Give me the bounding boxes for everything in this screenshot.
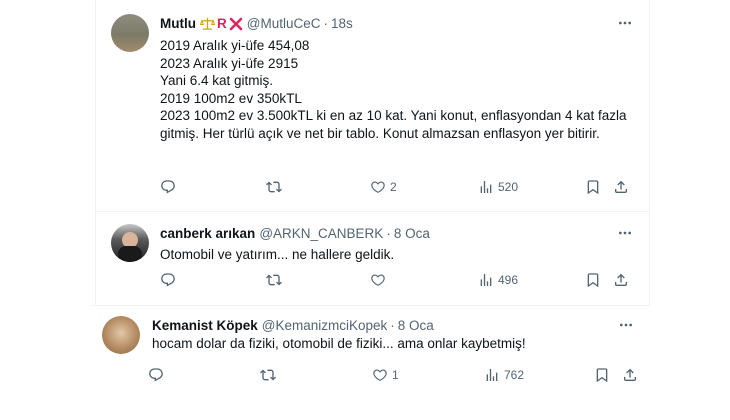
retweet-icon <box>266 179 282 195</box>
tweet-header: Kemanist Köpek @KemanizmciKopek · 8 Oca <box>152 318 434 333</box>
like-button[interactable]: 1 <box>372 367 399 383</box>
views-icon <box>478 272 494 288</box>
views-icon <box>484 367 500 383</box>
tweet-2[interactable]: canberk arıkan @ARKN_CANBERK · 8 Oca Oto… <box>95 212 650 305</box>
more-icon[interactable] <box>617 226 633 240</box>
action-bar: 2 520 <box>160 179 640 199</box>
tweet-1[interactable]: Mutlu R @MutluCeC · 18s 2019 Aralık yi-ü… <box>95 0 650 212</box>
red-x-icon <box>229 17 243 30</box>
avatar[interactable] <box>111 14 149 52</box>
tweet-line: 2019 Aralık yi-üfe 454,08 <box>160 38 310 53</box>
like-icon <box>370 272 386 288</box>
tweet-line: hocam dolar da fiziki, otomobil de fizik… <box>152 336 526 351</box>
views-count: 762 <box>504 368 525 382</box>
like-icon <box>372 367 388 383</box>
views-button[interactable]: 762 <box>484 367 524 383</box>
tweet-3[interactable]: Kemanist Köpek @KemanizmciKopek · 8 Oca … <box>90 305 650 405</box>
reply-button[interactable] <box>148 367 168 383</box>
name-badges: R <box>200 16 243 31</box>
more-icon[interactable] <box>617 16 633 30</box>
reply-icon <box>160 179 176 195</box>
display-name[interactable]: canberk arıkan <box>160 226 255 241</box>
views-count: 520 <box>498 180 519 194</box>
share-icon <box>613 179 629 195</box>
reply-icon <box>148 367 164 383</box>
avatar[interactable] <box>102 316 140 354</box>
bookmark-icon <box>585 272 601 288</box>
views-button[interactable]: 496 <box>478 272 518 288</box>
share-button[interactable] <box>622 367 638 383</box>
share-button[interactable] <box>613 272 629 288</box>
views-button[interactable]: 520 <box>478 179 518 195</box>
tweet-text: 2019 Aralık yi-üfe 454,08 2023 Aralık yi… <box>160 37 630 142</box>
timestamp[interactable]: 8 Oca <box>398 318 434 333</box>
like-button[interactable] <box>370 272 390 288</box>
reply-button[interactable] <box>160 272 180 288</box>
retweet-button[interactable] <box>260 367 280 383</box>
tweet-header: Mutlu R @MutluCeC · 18s <box>160 16 353 31</box>
share-button[interactable] <box>613 179 629 195</box>
bookmark-button[interactable] <box>585 179 601 195</box>
display-name[interactable]: Kemanist Köpek <box>152 318 258 333</box>
share-icon <box>613 272 629 288</box>
tweet-header: canberk arıkan @ARKN_CANBERK · 8 Oca <box>160 226 430 241</box>
retweet-button[interactable] <box>266 272 286 288</box>
more-icon[interactable] <box>618 318 634 332</box>
handle[interactable]: @MutluCeC <box>247 16 321 31</box>
avatar[interactable] <box>111 224 149 262</box>
separator-dot: · <box>386 226 391 241</box>
action-bar: 1 762 <box>148 367 638 387</box>
share-icon <box>622 367 638 383</box>
badge-r: R <box>217 16 227 31</box>
bookmark-icon <box>594 367 610 383</box>
timestamp[interactable]: 8 Oca <box>394 226 430 241</box>
reply-icon <box>160 272 176 288</box>
tweet-line: 2019 100m2 ev 350kTL <box>160 90 302 106</box>
handle[interactable]: @KemanizmciKopek <box>262 318 388 333</box>
tweet-line: Otomobil ve yatırım... ne hallere geldik… <box>160 247 395 262</box>
like-count: 2 <box>390 180 397 194</box>
display-name[interactable]: Mutlu <box>160 16 196 31</box>
like-icon <box>370 179 386 195</box>
separator-dot: · <box>323 16 328 31</box>
action-bar: 496 <box>160 272 640 292</box>
reply-button[interactable] <box>160 179 180 195</box>
views-count: 496 <box>498 273 519 287</box>
handle[interactable]: @ARKN_CANBERK <box>259 226 383 241</box>
bookmark-button[interactable] <box>585 272 601 288</box>
tweet-line: 2023 100m2 ev 3.500kTL ki en az 10 kat. … <box>160 108 627 141</box>
tweet-text: Otomobil ve yatırım... ne hallere geldik… <box>160 246 630 264</box>
views-icon <box>478 179 494 195</box>
tweet-text: hocam dolar da fiziki, otomobil de fizik… <box>152 335 622 353</box>
scale-icon <box>200 17 215 30</box>
like-count: 1 <box>392 368 399 382</box>
bookmark-icon <box>585 179 601 195</box>
like-button[interactable]: 2 <box>370 179 397 195</box>
tweet-line: Yani 6.4 kat gitmiş. <box>160 73 274 88</box>
bookmark-button[interactable] <box>594 367 610 383</box>
separator-dot: · <box>390 318 395 333</box>
timestamp[interactable]: 18s <box>331 16 353 31</box>
tweet-line: 2023 Aralık yi-üfe 2915 <box>160 55 299 71</box>
retweet-button[interactable] <box>266 179 286 195</box>
retweet-icon <box>260 367 276 383</box>
retweet-icon <box>266 272 282 288</box>
